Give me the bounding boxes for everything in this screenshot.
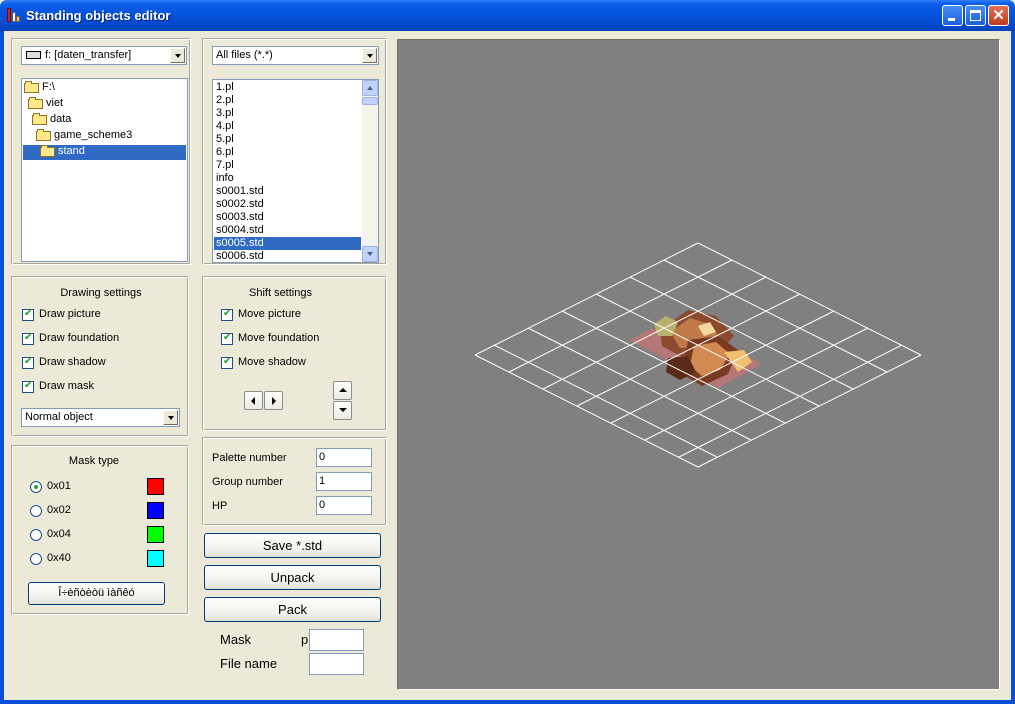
minimize-button[interactable]	[942, 5, 963, 26]
list-item[interactable]: info	[214, 172, 361, 185]
list-item-selected[interactable]: s0005.std	[214, 237, 361, 250]
radio-icon	[30, 553, 42, 565]
list-item[interactable]: 6.pl	[214, 146, 361, 159]
folder-open-icon	[36, 129, 51, 141]
mask-color-swatch	[147, 502, 164, 519]
minimize-icon	[948, 18, 955, 21]
list-item[interactable]: s0002.std	[214, 198, 361, 211]
properties-group: Palette number 0 Group number 1 HP 0	[202, 437, 387, 526]
list-item[interactable]: s0003.std	[214, 211, 361, 224]
client-area: f: [daten_transfer] F:\ viet data game_s…	[4, 31, 1011, 700]
close-button[interactable]: ✕	[988, 5, 1009, 26]
checkbox-checked-icon	[22, 332, 34, 345]
list-item[interactable]: 1.pl	[214, 81, 361, 94]
checkbox-checked-icon	[221, 332, 233, 345]
drive-combo-value: f: [daten_transfer]	[45, 49, 132, 61]
file-name-input[interactable]	[309, 653, 364, 675]
tree-item-drive[interactable]: F:\	[24, 81, 55, 96]
drive-icon	[26, 51, 41, 59]
list-item[interactable]: s0001.std	[214, 185, 361, 198]
chevron-down-icon[interactable]	[170, 48, 185, 63]
tree-item-game-scheme3[interactable]: game_scheme3	[36, 129, 132, 144]
folder-open-icon	[40, 145, 55, 157]
browser-panel: f: [daten_transfer] F:\ viet data game_s…	[11, 38, 191, 265]
app-icon	[5, 7, 21, 23]
mask-color-swatch	[147, 526, 164, 543]
scroll-down-icon[interactable]	[362, 246, 378, 262]
checkbox-checked-icon	[221, 308, 233, 321]
scroll-thumb[interactable]	[362, 97, 378, 105]
hp-label: HP	[212, 500, 228, 512]
tree-item-viet[interactable]: viet	[28, 97, 63, 112]
object-type-value: Normal object	[25, 411, 93, 423]
object-type-combo[interactable]: Normal object	[21, 408, 180, 427]
shift-left-button[interactable]	[244, 391, 263, 410]
close-icon: ✕	[992, 7, 1005, 24]
clear-mask-button[interactable]: Î÷èñòèòü ìàñêó	[28, 582, 165, 605]
group-number-input[interactable]: 1	[316, 472, 372, 491]
radio-icon	[30, 505, 42, 517]
isometric-grid	[474, 242, 922, 468]
list-item[interactable]: 2.pl	[214, 94, 361, 107]
files-panel: All files (*.*) 1.pl 2.pl 3.pl 4.pl 5.pl…	[202, 38, 387, 265]
mask-label: Mask	[220, 632, 252, 647]
mask-type-group: Mask type 0x01 0x02 0x04 0x40 Î÷èñòèòü ì…	[11, 445, 189, 615]
palette-number-input[interactable]: 0	[316, 448, 372, 467]
mask-type-title: Mask type	[68, 455, 120, 467]
chevron-down-icon[interactable]	[362, 48, 377, 63]
list-item[interactable]: s0006.std	[214, 250, 361, 262]
radio-icon	[30, 529, 42, 541]
list-item[interactable]: 7.pl	[214, 159, 361, 172]
file-list[interactable]: 1.pl 2.pl 3.pl 4.pl 5.pl 6.pl 7.pl info …	[212, 79, 379, 263]
save-std-button[interactable]: Save *.std	[204, 533, 381, 558]
pack-button[interactable]: Pack	[204, 597, 381, 622]
tree-item-data[interactable]: data	[32, 113, 71, 128]
shift-settings-title: Shift settings	[249, 287, 312, 299]
palette-number-label: Palette number	[212, 452, 287, 464]
list-item[interactable]: 5.pl	[214, 133, 361, 146]
shift-right-button[interactable]	[264, 391, 283, 410]
list-item[interactable]: 4.pl	[214, 120, 361, 133]
file-list-scrollbar[interactable]	[362, 80, 378, 262]
mask-prefix: p	[301, 632, 309, 647]
file-name-label: File name	[220, 656, 278, 671]
list-item[interactable]: 3.pl	[214, 107, 361, 120]
radio-checked-icon	[30, 481, 42, 493]
shift-settings-group: Shift settings Move picture Move foundat…	[202, 276, 387, 431]
file-filter-value: All files (*.*)	[216, 49, 273, 61]
mask-color-swatch	[147, 478, 164, 495]
window-title: Standing objects editor	[26, 8, 171, 23]
folder-open-icon	[24, 81, 39, 93]
folder-open-icon	[28, 97, 43, 109]
group-number-label: Group number	[212, 476, 283, 488]
chevron-down-icon[interactable]	[163, 410, 178, 425]
checkbox-checked-icon	[221, 356, 233, 369]
mask-input[interactable]	[309, 629, 364, 651]
preview-canvas[interactable]	[397, 39, 1000, 690]
hp-input[interactable]: 0	[316, 496, 372, 515]
shift-down-button[interactable]	[333, 401, 352, 420]
title-bar[interactable]: Standing objects editor ✕	[0, 0, 1015, 31]
app-window: Standing objects editor ✕ f: [daten_tran…	[0, 0, 1015, 704]
tree-item-stand[interactable]: stand	[23, 145, 186, 160]
folder-open-icon	[32, 113, 47, 125]
maximize-icon	[970, 10, 981, 21]
checkbox-checked-icon	[22, 380, 34, 393]
scroll-up-icon[interactable]	[362, 80, 378, 96]
list-item[interactable]: s0004.std	[214, 224, 361, 237]
folder-tree[interactable]: F:\ viet data game_scheme3 stand	[21, 78, 188, 262]
file-filter-combo[interactable]: All files (*.*)	[212, 46, 379, 65]
unpack-button[interactable]: Unpack	[204, 565, 381, 590]
maximize-button[interactable]	[965, 5, 986, 26]
drive-combo[interactable]: f: [daten_transfer]	[21, 46, 187, 65]
drawing-settings-title: Drawing settings	[60, 287, 142, 299]
mask-color-swatch	[147, 550, 164, 567]
checkbox-checked-icon	[22, 356, 34, 369]
checkbox-checked-icon	[22, 308, 34, 321]
drawing-settings-group: Drawing settings Draw picture Draw found…	[11, 276, 189, 437]
shift-up-button[interactable]	[333, 381, 352, 400]
